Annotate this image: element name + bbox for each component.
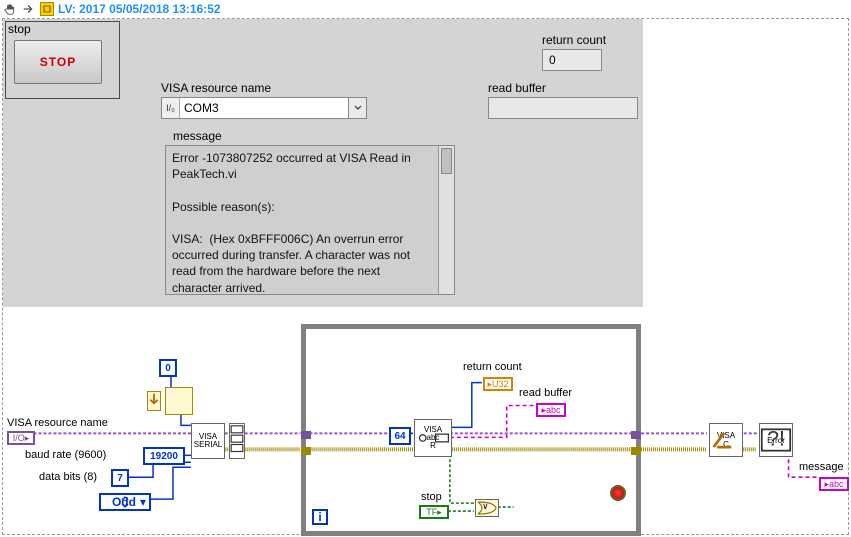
buffer-constant-node <box>165 387 193 415</box>
app-header: LV: 2017 05/05/2018 13:16:52 <box>0 0 851 18</box>
visa-tunnel-out <box>631 431 641 439</box>
simple-error-handler-node: Error ?! <box>759 423 793 457</box>
diagram-bounds: stop STOP VISA resource name I/₀ COM3 re… <box>2 18 849 535</box>
block-diagram: i 0 VISA resource name I/O▸ VISA SERIAL … <box>3 19 848 534</box>
return-count-bd-label: return count <box>463 361 522 373</box>
hand-icon[interactable] <box>4 2 18 16</box>
read-buffer-bd-label: read buffer <box>519 387 572 399</box>
message-bd-label: message <box>799 461 844 473</box>
visa-close-node: VISA C <box>709 423 743 457</box>
loop-stop-terminal <box>610 485 626 501</box>
message-indicator: ▸abc <box>819 477 849 491</box>
visa-read-node: VISA abc R <box>414 419 452 457</box>
flush-buffer-icon <box>147 391 161 411</box>
visa-serial-config-node: VISA SERIAL <box>191 423 225 459</box>
header-title: LV: 2017 05/05/2018 13:16:52 <box>58 2 221 16</box>
data-bits-label: data bits (8) <box>39 471 97 483</box>
stop-control-terminal[interactable]: TF▸ <box>419 505 449 519</box>
parity-value: Odd <box>108 495 140 509</box>
error-tunnel-in <box>301 447 311 455</box>
visa-resource-terminal[interactable]: I/O▸ <box>7 431 35 445</box>
const-zero[interactable]: 0 <box>159 359 177 377</box>
loop-iteration-terminal: i <box>312 509 328 525</box>
or-gate-node: ∨ <box>475 499 499 517</box>
data-bits-value[interactable]: 7 <box>111 469 129 487</box>
forward-arrow-icon[interactable] <box>22 2 36 16</box>
stop-bd-label: stop <box>421 491 442 503</box>
visa-resource-bd-label: VISA resource name <box>7 417 108 429</box>
return-count-indicator: ▸U32 <box>483 377 513 391</box>
vi-icon[interactable] <box>40 2 54 16</box>
property-node <box>229 423 245 459</box>
baud-rate-label: baud rate (9600) <box>25 449 106 461</box>
baud-rate-value[interactable]: 19200 <box>143 447 185 465</box>
visa-tunnel-in <box>301 431 311 439</box>
parity-ring[interactable]: Odd ▾ <box>99 493 151 511</box>
bytes-to-read[interactable]: 64 <box>389 427 411 445</box>
while-loop: i <box>301 324 641 536</box>
read-buffer-indicator: ▸abc <box>536 403 566 417</box>
error-tunnel-out <box>631 447 641 455</box>
